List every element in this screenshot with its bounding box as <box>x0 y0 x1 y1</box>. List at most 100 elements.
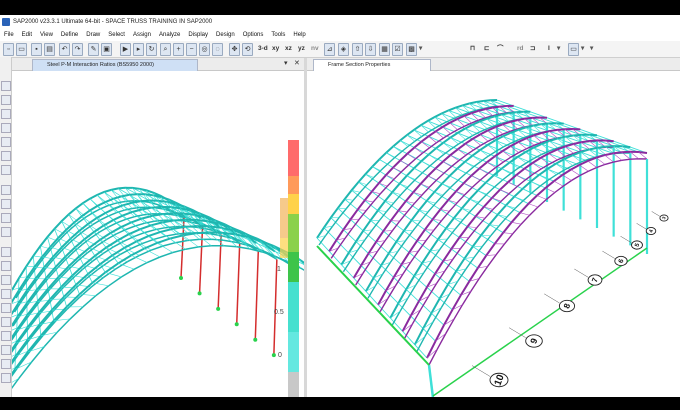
column-red <box>235 242 241 325</box>
draw-cable-icon[interactable]: ⌒ <box>497 43 504 54</box>
menu-tools[interactable]: Tools <box>267 29 289 41</box>
print-icon[interactable]: ▤ <box>44 43 55 56</box>
snap-points-icon[interactable] <box>1 247 11 257</box>
support-node <box>216 306 221 311</box>
draw-point-icon[interactable] <box>1 109 11 119</box>
snap-ortho-icon[interactable] <box>1 345 11 355</box>
pan-icon[interactable]: ✥ <box>229 43 240 56</box>
view-xz-button[interactable]: xz <box>285 43 292 54</box>
truss-web <box>604 154 614 163</box>
snap-lines-icon[interactable] <box>1 303 11 313</box>
dropdown-arrow-icon[interactable]: ▾ <box>419 43 422 54</box>
lock-icon[interactable]: ▣ <box>101 43 112 56</box>
draw-link-icon[interactable]: ⊐ <box>530 43 535 54</box>
main-toolbar: ▫ ▭ ▪ ▤ ↶ ↷ ✎ ▣ ▶ ▸ ↻ ⌕ + − ◎ ◌ ✥ ⟲ 3-d … <box>0 41 680 58</box>
menu-edit[interactable]: Edit <box>18 29 36 41</box>
snap-misc-icon[interactable] <box>1 359 11 369</box>
reshape-icon[interactable] <box>1 95 11 105</box>
menu-define[interactable]: Define <box>57 29 82 41</box>
select-prev-icon[interactable] <box>1 213 11 223</box>
menu-view[interactable]: View <box>36 29 57 41</box>
view-3d-button[interactable]: 3-d <box>258 43 268 54</box>
new-model-icon[interactable]: ▫ <box>3 43 14 56</box>
area-dropdown-icon[interactable]: ▾ <box>581 43 584 54</box>
draw-section-icon[interactable] <box>1 137 11 147</box>
redo-icon[interactable]: ↷ <box>72 43 83 56</box>
zoom-fit-icon[interactable]: ◎ <box>199 43 210 56</box>
view-yz-button[interactable]: yz <box>298 43 305 54</box>
truss-web <box>427 175 437 181</box>
truss-web <box>503 232 513 234</box>
undo-icon[interactable]: ↶ <box>59 43 70 56</box>
move-up-icon[interactable]: ⇧ <box>352 43 363 56</box>
menu-draw[interactable]: Draw <box>82 29 104 41</box>
truss-web <box>519 212 530 216</box>
menu-select[interactable]: Select <box>104 29 129 41</box>
run-icon[interactable]: ▶ <box>120 43 131 56</box>
truss-web <box>541 143 550 152</box>
right-model-canvas[interactable]: 109876543 <box>307 58 680 397</box>
legend-swatch <box>288 194 299 214</box>
menu-assign[interactable]: Assign <box>129 29 155 41</box>
truss-web <box>517 141 527 149</box>
menu-options[interactable]: Options <box>239 29 268 41</box>
title-bar: SAP2000 v23.3.1 Ultimate 64-bit - SPACE … <box>0 15 680 29</box>
save-icon[interactable]: ▪ <box>31 43 42 56</box>
select-all-icon[interactable]: ▦ <box>379 43 390 56</box>
rotate-icon[interactable]: ⟲ <box>242 43 253 56</box>
gridline-leader <box>544 293 560 304</box>
select-window-icon[interactable] <box>1 185 11 195</box>
move-down-icon[interactable]: ⇩ <box>365 43 376 56</box>
snap-extra-icon[interactable] <box>1 373 11 383</box>
zoom-window-icon[interactable]: ⌕ <box>160 43 171 56</box>
legend-swatch <box>288 282 299 332</box>
more-tools-icon[interactable]: ▾ <box>590 43 593 54</box>
menu-design[interactable]: Design <box>212 29 239 41</box>
truss-web <box>457 132 466 140</box>
draw-area-icon[interactable]: ▭ <box>568 43 579 56</box>
snap-grid-icon[interactable] <box>1 317 11 327</box>
pencil-icon[interactable]: ✎ <box>88 43 99 56</box>
snap-fine-icon[interactable] <box>1 331 11 341</box>
clear-selection-icon[interactable] <box>1 227 11 237</box>
draw-rd-button[interactable]: rd <box>517 43 524 54</box>
draw-frame-icon[interactable]: ⊓ <box>470 43 475 54</box>
zoom-prev-icon[interactable]: ◌ <box>212 43 223 56</box>
menu-analyze[interactable]: Analyze <box>155 29 184 41</box>
left-view-pane[interactable]: Steel P-M Interaction Ratios (BS5950 200… <box>12 58 304 397</box>
draw-poly-icon[interactable] <box>1 151 11 161</box>
legend-swatch <box>288 214 299 252</box>
run-step-icon[interactable]: ▸ <box>133 43 144 56</box>
column-dropdown-icon[interactable]: ▾ <box>557 43 560 54</box>
zoom-in-icon[interactable]: + <box>173 43 184 56</box>
view-xy-button[interactable]: xy <box>272 43 279 54</box>
app-icon <box>2 18 10 26</box>
draw-brace-icon[interactable]: ⊏ <box>484 43 489 54</box>
truss-web <box>372 166 381 171</box>
pointer-icon[interactable] <box>1 81 11 91</box>
view-nv-button[interactable]: nv <box>311 43 319 54</box>
open-icon[interactable]: ▭ <box>16 43 27 56</box>
perspective-icon[interactable]: ⊿ <box>324 43 335 56</box>
menu-display[interactable]: Display <box>184 29 212 41</box>
right-view-pane[interactable]: Frame Section Properties 10 9 8 7 6 5 4 3 <box>307 58 680 397</box>
check-icon[interactable]: ☑ <box>392 43 403 56</box>
draw-column-icon[interactable]: I <box>548 43 550 54</box>
zoom-out-icon[interactable]: − <box>186 43 197 56</box>
snap-perp-icon[interactable] <box>1 289 11 299</box>
menu-file[interactable]: File <box>0 29 18 41</box>
truss-web <box>502 136 512 144</box>
snap-ends-icon[interactable] <box>1 261 11 271</box>
draw-line-icon[interactable] <box>1 123 11 133</box>
snap-intersect-icon[interactable] <box>1 275 11 285</box>
legend-swatch <box>288 176 299 194</box>
left-model-canvas[interactable] <box>12 58 304 397</box>
menu-help[interactable]: Help <box>289 29 309 41</box>
object-shrink-icon[interactable]: ◈ <box>338 43 349 56</box>
select-intersect-icon[interactable] <box>1 199 11 209</box>
grid-options-icon[interactable]: ▩ <box>406 43 417 56</box>
truss-web <box>530 181 541 187</box>
draw-rect-icon[interactable] <box>1 165 11 175</box>
refresh-icon[interactable]: ↻ <box>146 43 157 56</box>
support-node <box>197 291 202 296</box>
